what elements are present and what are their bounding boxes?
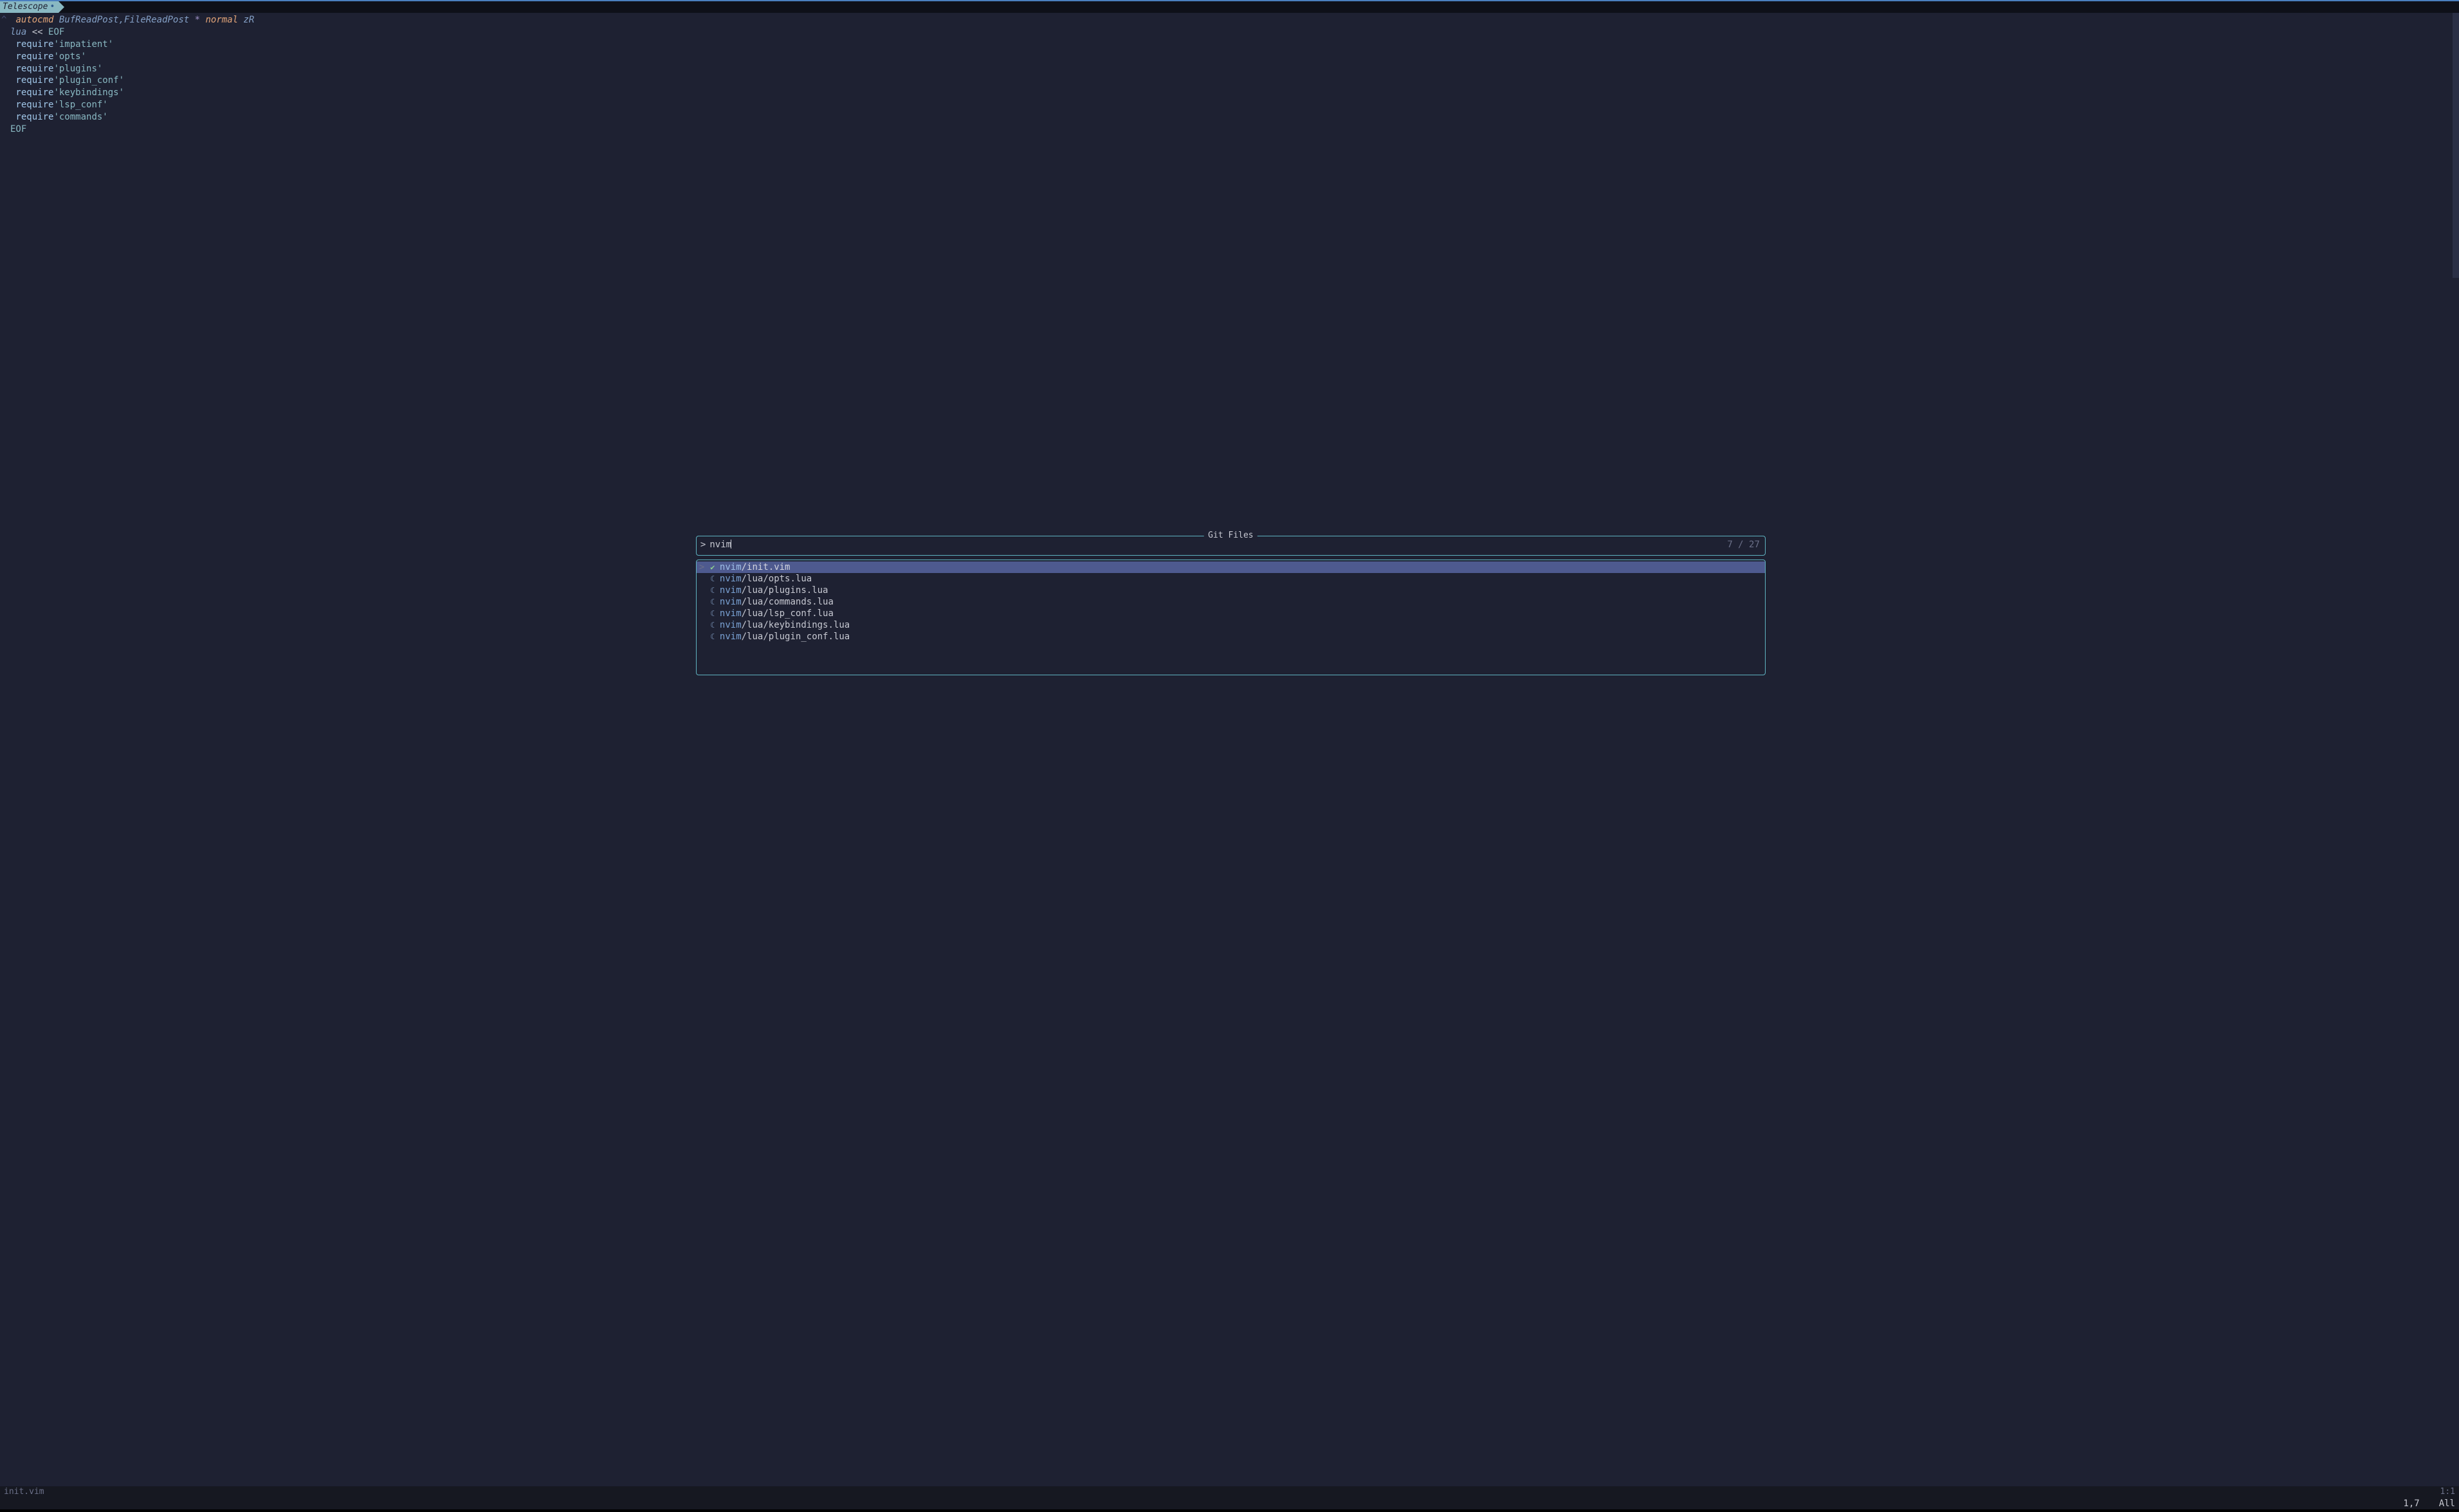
result-item[interactable]: ☾nvim/lua/plugin_conf.lua	[697, 631, 1765, 642]
code-text: require'plugin_conf'	[10, 75, 124, 87]
search-input[interactable]: nvim	[709, 539, 731, 551]
fold-gutter[interactable]: ^	[1, 14, 10, 26]
editor-area: ^ autocmd BufReadPost,FileReadPost * nor…	[0, 13, 2459, 1486]
code-line[interactable]: require'plugins'	[0, 63, 2453, 75]
code-line[interactable]: lua << EOF	[0, 26, 2453, 39]
telescope-picker: Git Files > nvim 7 / 27 >✔nvim/init.vim …	[696, 536, 1766, 675]
code-line[interactable]: require'commands'	[0, 111, 2453, 123]
code-line[interactable]: require'keybindings'	[0, 87, 2453, 99]
fold-gutter[interactable]	[1, 123, 10, 136]
code-line[interactable]: ^ autocmd BufReadPost,FileReadPost * nor…	[0, 14, 2453, 26]
code-line[interactable]: EOF	[0, 123, 2453, 136]
scrollbar[interactable]	[2453, 13, 2459, 1486]
tab-telescope[interactable]: Telescope •	[0, 1, 59, 13]
scrollbar-thumb[interactable]	[2453, 13, 2459, 278]
lua-filetype-icon: ☾	[708, 632, 717, 642]
bottom-border	[0, 1509, 2459, 1512]
fold-gutter[interactable]	[1, 87, 10, 99]
neovim-window: Telescope • ^ autocmd BufReadPost,FileRe…	[0, 0, 2459, 1512]
command-line[interactable]: 1,7 All	[0, 1498, 2459, 1509]
code-line[interactable]: require'lsp_conf'	[0, 99, 2453, 111]
tab-label: Telescope	[3, 1, 48, 13]
fold-gutter[interactable]	[1, 99, 10, 111]
telescope-prompt-box: Git Files > nvim 7 / 27	[696, 536, 1766, 556]
statusline: init.vim 1:1	[0, 1486, 2459, 1498]
prompt-prefix-icon: >	[700, 539, 706, 551]
statusline-ruler: 1:1	[2440, 1486, 2455, 1498]
result-count: 7 / 27	[1727, 539, 1760, 551]
result-item[interactable]: >✔nvim/init.vim	[697, 561, 1765, 573]
result-path: nvim/lua/plugins.lua	[720, 585, 828, 597]
result-path: nvim/lua/commands.lua	[720, 596, 834, 608]
buffer-view[interactable]: ^ autocmd BufReadPost,FileReadPost * nor…	[0, 13, 2453, 1486]
fold-gutter[interactable]	[1, 39, 10, 51]
result-path: nvim/lua/opts.lua	[720, 573, 812, 585]
modified-icon: •	[50, 1, 55, 13]
code-text: require'opts'	[10, 51, 86, 63]
lua-filetype-icon: ☾	[708, 574, 717, 584]
code-line[interactable]: require'opts'	[0, 51, 2453, 63]
code-line[interactable]: require'impatient'	[0, 39, 2453, 51]
code-text: require'impatient'	[10, 39, 113, 51]
result-path: nvim/lua/lsp_conf.lua	[720, 608, 834, 620]
fold-gutter[interactable]	[1, 26, 10, 39]
code-line[interactable]: require'plugin_conf'	[0, 75, 2453, 87]
code-text: require'keybindings'	[10, 87, 124, 99]
result-item[interactable]: ☾nvim/lua/opts.lua	[697, 573, 1765, 585]
code-text: lua << EOF	[10, 26, 64, 39]
selection-caret-icon: >	[699, 561, 706, 574]
code-text: require'lsp_conf'	[10, 99, 108, 111]
fold-gutter[interactable]	[1, 75, 10, 87]
telescope-title: Git Files	[1204, 530, 1257, 542]
tabline: Telescope •	[0, 1, 2459, 13]
result-item[interactable]: ☾nvim/lua/keybindings.lua	[697, 619, 1765, 631]
fold-gutter[interactable]	[1, 63, 10, 75]
lua-filetype-icon: ☾	[708, 620, 717, 630]
statusline-filename: init.vim	[4, 1486, 44, 1498]
telescope-results: >✔nvim/init.vim ☾nvim/lua/opts.lua ☾nvim…	[696, 560, 1766, 675]
result-path: nvim/init.vim	[720, 561, 791, 574]
fold-gutter[interactable]	[1, 51, 10, 63]
code-text: require'commands'	[10, 111, 108, 123]
result-item[interactable]: ☾nvim/lua/plugins.lua	[697, 585, 1765, 596]
code-text: autocmd BufReadPost,FileReadPost * norma…	[10, 14, 254, 26]
lua-filetype-icon: ☾	[708, 608, 717, 619]
code-text: require'plugins'	[10, 63, 102, 75]
vim-filetype-icon: ✔	[708, 562, 717, 572]
lua-filetype-icon: ☾	[708, 597, 717, 607]
cmd-position: All	[2439, 1498, 2455, 1510]
lua-filetype-icon: ☾	[708, 585, 717, 596]
cmd-ruler: 1,7	[2403, 1498, 2419, 1510]
result-path: nvim/lua/plugin_conf.lua	[720, 631, 850, 643]
fold-gutter[interactable]	[1, 111, 10, 123]
code-text: EOF	[10, 123, 26, 136]
result-path: nvim/lua/keybindings.lua	[720, 619, 850, 632]
result-item[interactable]: ☾nvim/lua/commands.lua	[697, 596, 1765, 608]
result-item[interactable]: ☾nvim/lua/lsp_conf.lua	[697, 608, 1765, 619]
